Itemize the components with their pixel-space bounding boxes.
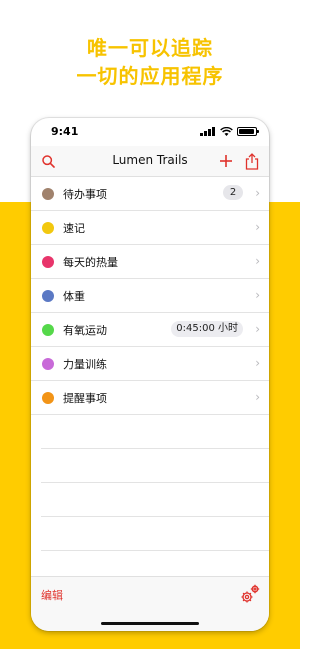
- color-dot: [42, 188, 54, 200]
- phone-screen: 9:41 Lumen Trails 待办事项 2 › 速记 › 每天的热量 › …: [31, 118, 269, 631]
- list-item-label: 体重: [63, 290, 85, 303]
- list-item-label: 每天的热量: [63, 256, 118, 269]
- status-bar: 9:41: [31, 118, 269, 146]
- list-item-todo[interactable]: 待办事项 2 ›: [31, 177, 269, 211]
- empty-row: [41, 415, 269, 449]
- promo-line-2: 一切的应用程序: [76, 64, 224, 88]
- battery-icon: [237, 127, 259, 136]
- signal-icon: [200, 127, 215, 136]
- promo-headline: 唯一可以追踪 一切的应用程序: [0, 34, 300, 90]
- add-button[interactable]: [215, 150, 237, 172]
- color-dot: [42, 222, 54, 234]
- promo-line-1: 唯一可以追踪: [87, 36, 213, 60]
- settings-button[interactable]: [239, 583, 261, 605]
- empty-row: [41, 449, 269, 483]
- list-item-label: 提醒事项: [63, 392, 107, 405]
- chevron-right-icon: ›: [255, 390, 260, 404]
- color-dot: [42, 358, 54, 370]
- chevron-right-icon: ›: [255, 254, 260, 268]
- color-dot: [42, 290, 54, 302]
- chevron-right-icon: ›: [255, 288, 260, 302]
- status-icons: [200, 127, 259, 136]
- status-time: 9:41: [51, 125, 79, 138]
- gears-icon: [241, 584, 260, 603]
- count-badge: 2: [223, 185, 243, 200]
- share-icon: [245, 152, 259, 170]
- color-dot: [42, 324, 54, 336]
- home-indicator: [101, 622, 199, 625]
- empty-row: [41, 483, 269, 517]
- list-item-label: 力量训练: [63, 358, 107, 371]
- list-item-daily-calories[interactable]: 每天的热量 ›: [31, 245, 269, 279]
- list-item-label: 速记: [63, 222, 85, 235]
- color-dot: [42, 392, 54, 404]
- chevron-right-icon: ›: [255, 186, 260, 200]
- chevron-right-icon: ›: [255, 322, 260, 336]
- list-item-weight[interactable]: 体重 ›: [31, 279, 269, 313]
- list-item-label: 有氧运动: [63, 324, 107, 337]
- chevron-right-icon: ›: [255, 220, 260, 234]
- empty-row: [41, 517, 269, 551]
- list-item-notes[interactable]: 速记 ›: [31, 211, 269, 245]
- share-button[interactable]: [241, 150, 263, 172]
- list-item-label: 待办事项: [63, 188, 107, 201]
- plus-icon: [220, 155, 232, 167]
- wifi-icon: [220, 127, 233, 136]
- tracker-list: 待办事项 2 › 速记 › 每天的热量 › 体重 › 有氧运动 0:45:00 …: [31, 177, 269, 585]
- edit-button[interactable]: 编辑: [41, 587, 63, 603]
- list-item-cardio[interactable]: 有氧运动 0:45:00 小时 ›: [31, 313, 269, 347]
- duration-value: 0:45:00 小时: [171, 321, 243, 337]
- bottom-toolbar: 编辑: [31, 576, 269, 631]
- chevron-right-icon: ›: [255, 356, 260, 370]
- color-dot: [42, 256, 54, 268]
- list-item-reminders[interactable]: 提醒事项 ›: [31, 381, 269, 415]
- list-item-strength-training[interactable]: 力量训练 ›: [31, 347, 269, 381]
- navigation-bar: Lumen Trails: [31, 146, 269, 177]
